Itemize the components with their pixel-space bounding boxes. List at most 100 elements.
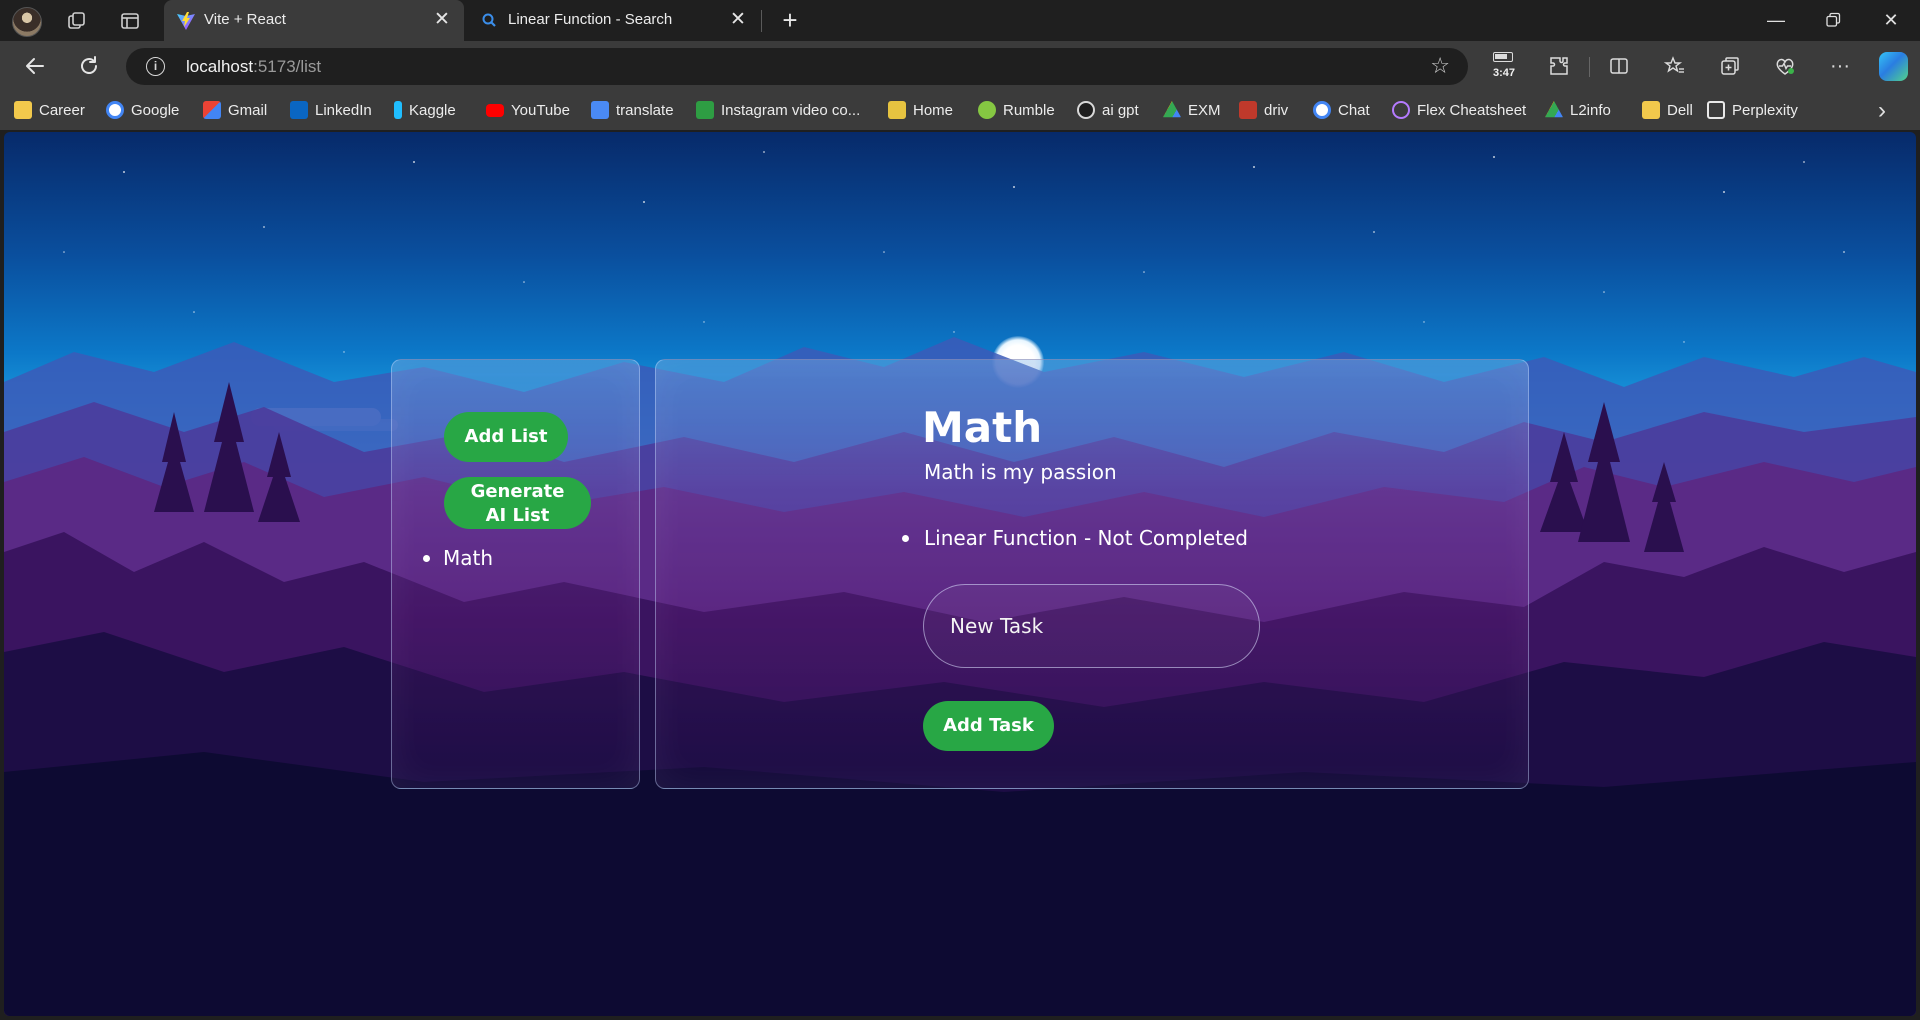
task-item[interactable]: Linear Function - Not Completed (898, 524, 1248, 552)
folder-icon (14, 101, 32, 119)
bookmark-label: Chat (1338, 101, 1370, 119)
more-options-icon[interactable]: ··· (1825, 51, 1855, 81)
page-viewport: Add List Generate AI List Math Math Math … (4, 132, 1916, 1016)
url-path: :5173/list (253, 57, 322, 76)
close-tab-icon[interactable]: ✕ (432, 9, 452, 31)
bookmark-flex-cheatsheet[interactable]: Flex Cheatsheet (1392, 99, 1526, 121)
bookmark-kaggle[interactable]: Kaggle (394, 99, 456, 121)
bookmark-gmail[interactable]: Gmail (203, 99, 267, 121)
copilot-icon[interactable] (1879, 52, 1908, 81)
new-tab-icon[interactable]: + (776, 6, 804, 34)
bookmark-label: Gmail (228, 101, 268, 119)
bookmark-chat[interactable]: Chat (1313, 99, 1370, 121)
bookmark-career[interactable]: Career (14, 99, 85, 121)
bookmark-youtube[interactable]: YouTube (486, 99, 570, 121)
split-screen-icon[interactable] (1604, 51, 1634, 81)
drive-icon (1163, 101, 1181, 118)
bookmark-linkedin[interactable]: LinkedIn (290, 99, 372, 121)
close-window-icon[interactable]: ✕ (1868, 6, 1914, 34)
home-icon (888, 101, 906, 119)
browser-toolbar: i localhost:5173/list ☆ 3:47 ··· (0, 41, 1920, 91)
kaggle-icon (394, 101, 402, 119)
bookmark-exm[interactable]: EXM (1163, 99, 1221, 121)
bookmark-label: driv (1264, 101, 1289, 119)
driv-icon (1239, 101, 1257, 119)
openai-icon (1077, 101, 1095, 119)
chevron-right-icon[interactable]: › (1878, 97, 1886, 125)
bookmark-label: YouTube (511, 101, 570, 119)
address-bar[interactable]: i localhost:5173/list ☆ (126, 48, 1468, 85)
vertical-tabs-icon[interactable] (119, 10, 141, 32)
battery-time: 3:47 (1492, 67, 1516, 79)
rumble-icon (978, 101, 996, 119)
lists-sidebar: Add List Generate AI List Math (391, 359, 640, 789)
site-info-icon[interactable]: i (146, 57, 165, 76)
tab-vite-react[interactable]: Vite + React ✕ (164, 0, 464, 41)
bookmark-label: Kaggle (409, 101, 456, 119)
bookmark-driv[interactable]: driv (1239, 99, 1288, 121)
url-host: localhost (186, 57, 254, 76)
extensions-icon[interactable] (1544, 51, 1574, 81)
new-task-input[interactable] (923, 584, 1260, 668)
restore-icon[interactable] (1810, 6, 1856, 34)
bookmark-label: Flex Cheatsheet (1417, 101, 1527, 119)
bookmark-ai-gpt[interactable]: ai gpt (1077, 99, 1139, 121)
list-item[interactable]: Math (419, 544, 493, 572)
workspaces-icon[interactable] (66, 10, 88, 32)
generate-ai-label-line1: Generate (470, 481, 565, 502)
bookmark-label: EXM (1188, 101, 1221, 119)
url-text[interactable]: localhost:5173/list (186, 57, 321, 77)
toolbar-separator (1589, 57, 1590, 77)
profile-avatar[interactable] (12, 7, 42, 37)
task-list: Linear Function - Not Completed (898, 524, 1248, 552)
tab-separator (761, 10, 762, 32)
battery-indicator[interactable]: 3:47 (1489, 50, 1517, 84)
close-tab-icon[interactable]: ✕ (728, 9, 748, 31)
collections-icon[interactable] (1715, 51, 1745, 81)
bookmark-rumble[interactable]: Rumble (978, 99, 1055, 121)
lists-list: Math (419, 544, 493, 572)
generate-ai-list-button[interactable]: Generate AI List (444, 477, 591, 529)
bookmark-label: Home (913, 101, 954, 119)
minimize-icon[interactable]: — (1753, 6, 1799, 34)
back-icon[interactable] (20, 51, 50, 81)
generate-ai-label-line2: AI List (485, 505, 550, 526)
bookmark-l2info[interactable]: L2info (1545, 99, 1611, 121)
bookmark-label: Perplexity (1732, 101, 1798, 119)
bookmark-translate[interactable]: translate (591, 99, 674, 121)
bookmark-dell[interactable]: Dell (1642, 99, 1693, 121)
tab-linear-function-search[interactable]: Linear Function - Search ✕ (468, 0, 760, 41)
bookmark-label: Google (131, 101, 180, 119)
bookmark-instagram-video[interactable]: Instagram video co... (696, 99, 860, 121)
refresh-icon[interactable] (74, 51, 104, 81)
bookmark-label: Dell (1667, 101, 1693, 119)
bookmark-label: LinkedIn (315, 101, 372, 119)
bookmark-google[interactable]: Google (106, 99, 179, 121)
bookmarks-bar: Career Google Gmail LinkedIn Kaggle YouT… (0, 91, 1920, 130)
search-icon (480, 11, 500, 31)
perplexity-icon (1707, 101, 1725, 119)
vite-icon (176, 11, 196, 31)
favorite-star-icon[interactable]: ☆ (1430, 53, 1450, 79)
bookmark-label: translate (616, 101, 674, 119)
bookmark-label: Rumble (1003, 101, 1055, 119)
youtube-icon (486, 103, 504, 117)
folder-icon (1642, 101, 1660, 119)
bookmark-perplexity[interactable]: Perplexity (1707, 99, 1798, 121)
translate-icon (591, 101, 609, 119)
browser-essentials-icon[interactable] (1770, 51, 1800, 81)
list-detail-panel: Math Math is my passion Linear Function … (655, 359, 1529, 789)
list-title: Math (922, 403, 1043, 452)
favorites-icon[interactable] (1660, 51, 1690, 81)
bookmark-label: L2info (1570, 101, 1611, 119)
gmail-icon (203, 101, 221, 119)
drive-icon (1545, 101, 1563, 118)
list-description: Math is my passion (924, 460, 1117, 484)
linkedin-icon (290, 101, 308, 119)
tab-title: Vite + React (204, 11, 286, 28)
add-task-button[interactable]: Add Task (923, 701, 1054, 751)
bookmark-home[interactable]: Home (888, 99, 953, 121)
bookmark-label: Career (39, 101, 85, 119)
battery-icon (1493, 52, 1513, 62)
add-list-button[interactable]: Add List (444, 412, 568, 462)
